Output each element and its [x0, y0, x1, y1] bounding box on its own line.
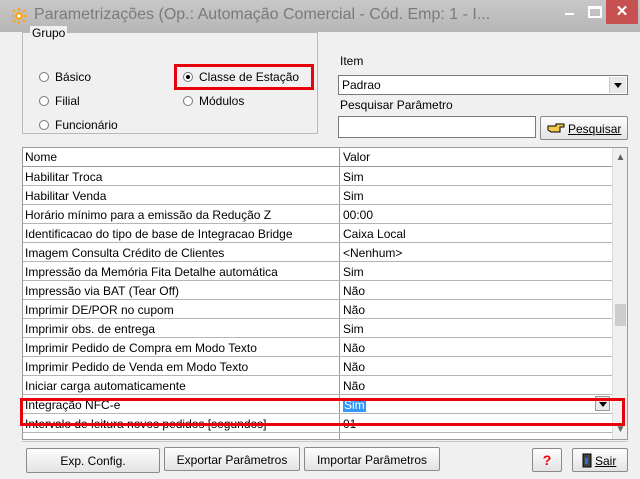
exp-config-button[interactable]: Exp. Config. [26, 448, 160, 473]
parameter-value[interactable]: Não [343, 341, 365, 355]
parameter-value[interactable]: Sim [343, 265, 364, 279]
close-icon: ✕ [615, 3, 629, 20]
parameter-value[interactable]: Sim [343, 170, 364, 184]
item-combobox[interactable]: Padrao [338, 75, 628, 95]
table-row[interactable]: Iniciar carga automaticamente Não [23, 376, 612, 395]
radio-modulos-indicator[interactable] [183, 96, 193, 106]
table-row[interactable]: Imprimir Pedido de Compra em Modo Texto N… [23, 338, 612, 357]
search-label: Pesquisar Parâmetro [340, 98, 453, 112]
sair-label: Sair [595, 454, 617, 468]
minimize-icon [565, 13, 574, 15]
maximize-icon [588, 6, 602, 18]
grid-header: Nome Valor [23, 148, 612, 167]
column-header-valor[interactable]: Valor [343, 150, 370, 164]
table-row[interactable]: Imagem Consulta Crédito de Clientes <Nenh… [23, 243, 612, 262]
table-row[interactable]: Habilitar Venda Sim [23, 186, 612, 205]
pointing-hand-icon [547, 123, 565, 133]
parameter-name: Imprimir Pedido de Compra em Modo Texto [25, 341, 257, 355]
pesquisar-label: Pesquisar [568, 122, 622, 136]
parametrizacoes-window: Parametrizações (Op.: Automação Comercia… [0, 0, 640, 479]
table-row[interactable]: Identificacao do tipo de base de Integra… [23, 224, 612, 243]
parameter-value[interactable]: Sim [343, 322, 364, 336]
radio-filial-label: Filial [55, 94, 80, 108]
radio-funcionario-indicator[interactable] [39, 120, 49, 130]
footer-divider [22, 441, 628, 442]
radio-funcionario-label: Funcionário [55, 118, 118, 132]
exp-config-label: Exp. Config. [60, 454, 126, 468]
scroll-thumb[interactable] [615, 304, 626, 326]
item-label: Item [340, 54, 364, 68]
table-row[interactable]: Horário mínimo para a emissão da Redução… [23, 205, 612, 224]
parameter-name: Imprimir obs. de entrega [25, 322, 156, 336]
parameter-name: Impressão via BAT (Tear Off) [25, 284, 180, 298]
highlight-box-integracao-nfce [20, 398, 625, 426]
app-icon [11, 8, 27, 24]
parameter-value[interactable]: Caixa Local [343, 227, 406, 241]
radio-modulos-label: Módulos [199, 94, 245, 108]
close-button[interactable]: ✕ [606, 0, 638, 24]
parameter-value[interactable]: Não [343, 303, 365, 317]
column-header-nome[interactable]: Nome [25, 150, 57, 164]
parameter-name: Identificacao do tipo de base de Integra… [25, 227, 293, 241]
table-row[interactable]: Impressão via BAT (Tear Off) Não [23, 281, 612, 300]
table-row[interactable]: Imprimir Pedido de Venda em Modo Texto Nã… [23, 357, 612, 376]
parameter-value[interactable]: Não [343, 284, 365, 298]
parameter-value[interactable]: <Nenhum> [343, 246, 402, 260]
exportar-parametros-button[interactable]: Exportar Parâmetros [164, 447, 300, 471]
table-row[interactable]: Habilitar Troca Sim [23, 167, 612, 186]
help-button[interactable]: ? [532, 448, 562, 472]
title-bar[interactable]: Parametrizações (Op.: Automação Comercia… [0, 0, 640, 32]
parameters-grid: Nome Valor Habilitar Troca Sim Habilitar V… [22, 147, 628, 440]
parameter-name: Imprimir Pedido de Venda em Modo Texto [25, 360, 249, 374]
chevron-down-icon[interactable] [609, 77, 626, 93]
parameter-name: Habilitar Venda [25, 189, 107, 203]
parameter-name: Imprimir DE/POR no cupom [25, 303, 174, 317]
table-row[interactable]: Imprimir obs. de entrega Sim [23, 319, 612, 338]
help-icon: ? [542, 452, 552, 468]
exportar-parametros-label: Exportar Parâmetros [176, 453, 288, 467]
radio-basico-label: Básico [55, 70, 92, 84]
table-row[interactable]: Impressão da Memória Fita Detalhe automá… [23, 262, 612, 281]
sair-button[interactable]: Sair [572, 448, 628, 472]
scroll-up-icon[interactable]: ▲ [613, 150, 627, 165]
grupo-legend: Grupo [30, 26, 68, 40]
radio-basico-indicator[interactable] [39, 72, 49, 82]
item-value: Padrao [342, 78, 381, 92]
grid-rows: Habilitar Troca Sim Habilitar Venda Sim Horá… [23, 167, 612, 433]
parameter-value[interactable]: Não [343, 360, 365, 374]
vertical-scrollbar[interactable]: ▲ ▼ [612, 148, 627, 439]
search-input[interactable] [338, 116, 536, 138]
parameter-value[interactable]: 00:00 [343, 208, 373, 222]
pesquisar-button[interactable]: Pesquisar [540, 116, 628, 140]
window-title: Parametrizações (Op.: Automação Comercia… [34, 6, 491, 23]
importar-parametros-button[interactable]: Importar Parâmetros [304, 447, 440, 471]
parameter-name: Impressão da Memória Fita Detalhe automá… [25, 265, 278, 279]
maximize-button[interactable] [582, 0, 606, 24]
minimize-button[interactable] [556, 0, 582, 24]
highlight-box-classe-de-estacao [174, 64, 314, 90]
parameter-name: Iniciar carga automaticamente [25, 379, 186, 393]
radio-filial-indicator[interactable] [39, 96, 49, 106]
exit-door-icon [582, 453, 592, 468]
parameter-name: Horário mínimo para a emissão da Redução… [25, 208, 272, 222]
parameter-value[interactable]: Não [343, 379, 365, 393]
parameter-value[interactable]: Sim [343, 189, 364, 203]
importar-parametros-label: Importar Parâmetros [316, 453, 428, 467]
parameter-name: Imagem Consulta Crédito de Clientes [25, 246, 225, 260]
table-row[interactable]: Imprimir DE/POR no cupom Não [23, 300, 612, 319]
parameter-name: Habilitar Troca [25, 170, 103, 184]
